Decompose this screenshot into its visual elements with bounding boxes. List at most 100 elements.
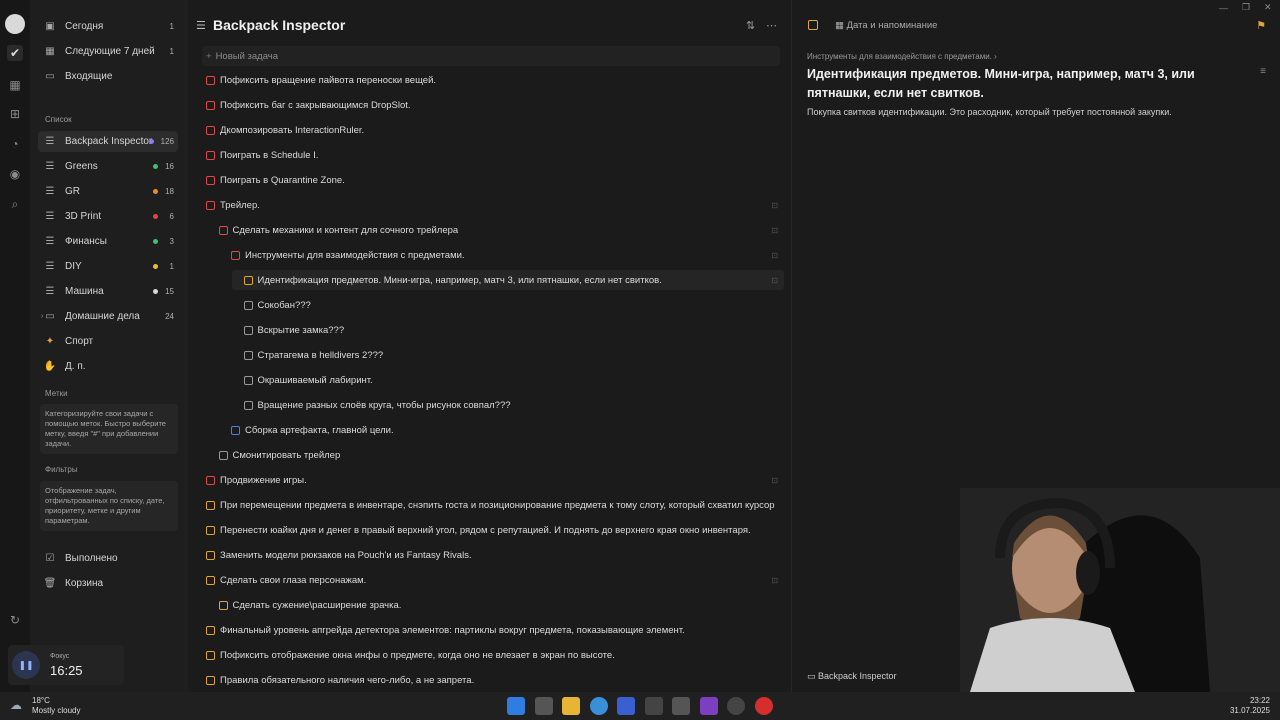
visual-studio-icon[interactable] bbox=[700, 697, 718, 715]
task-checkbox[interactable] bbox=[243, 400, 253, 410]
sidebar-item-car[interactable]: ☰ Машина 15 bbox=[38, 281, 178, 302]
task-row[interactable]: Перенести юайки дня и денег в правый вер… bbox=[202, 520, 784, 540]
task-row[interactable]: Окрашиваемый лабиринт. bbox=[240, 370, 785, 390]
task-checkbox[interactable] bbox=[206, 175, 215, 185]
app-icon[interactable] bbox=[672, 697, 690, 715]
task-row[interactable]: Правила обязательного наличия чего-либо,… bbox=[202, 670, 784, 690]
task-view-icon[interactable] bbox=[535, 697, 553, 715]
task-checkbox[interactable] bbox=[206, 125, 215, 135]
browser-icon[interactable] bbox=[590, 697, 608, 715]
start-icon[interactable] bbox=[507, 697, 525, 715]
sidebar-item-inbox[interactable]: ▭ Входящие bbox=[38, 66, 178, 87]
sort-icon[interactable]: ⇅ bbox=[746, 19, 755, 32]
task-row[interactable]: Пофиксить вращение пайвота переноски вещ… bbox=[202, 70, 784, 90]
pause-icon[interactable]: ❚❚ bbox=[12, 651, 40, 679]
more-options-icon[interactable]: ⋯ bbox=[766, 19, 777, 32]
task-checkbox[interactable] bbox=[206, 150, 215, 160]
chevron-down-icon[interactable]: ⌄ bbox=[215, 226, 216, 235]
focus-widget[interactable]: ❚❚ Фокус 16:25 bbox=[8, 645, 124, 685]
task-row[interactable]: Поиграть в Schedule I. bbox=[202, 145, 784, 165]
list-selector[interactable]: ▭ Backpack Inspector bbox=[807, 671, 897, 682]
task-description[interactable]: Покупка свитков идентификации. Это расхо… bbox=[807, 107, 1172, 117]
hamburger-menu-icon[interactable]: ☰ bbox=[196, 19, 206, 32]
sidebar-item-3d-print[interactable]: ☰ 3D Print 6 bbox=[38, 206, 178, 227]
task-row[interactable]: При перемещении предмета в инвентаре, сн… bbox=[202, 495, 784, 515]
task-row[interactable]: ⌄ Инструменты для взаимодействия с предме… bbox=[227, 245, 784, 265]
task-checkbox[interactable] bbox=[206, 500, 215, 510]
task-checkbox[interactable] bbox=[206, 625, 215, 635]
breadcrumb[interactable]: Инструменты для взаимодействия с предмет… bbox=[807, 52, 997, 61]
task-checkbox[interactable] bbox=[206, 475, 215, 485]
description-format-icon[interactable]: ≡ bbox=[1260, 66, 1266, 77]
minimize-icon[interactable]: — bbox=[1219, 3, 1228, 13]
task-row[interactable]: Финальный уровень апгрейда детектора эле… bbox=[202, 620, 784, 640]
task-checkbox[interactable] bbox=[243, 375, 253, 385]
task-row[interactable]: Поиграть в Quarantine Zone. bbox=[202, 170, 784, 190]
task-checkbox[interactable] bbox=[218, 225, 228, 235]
sidebar-item-today[interactable]: ▣ Сегодня 1 bbox=[38, 16, 178, 37]
file-explorer-icon[interactable] bbox=[562, 697, 580, 715]
chevron-down-icon[interactable]: ⌄ bbox=[227, 251, 228, 260]
task-check-icon[interactable]: ✔ bbox=[7, 45, 23, 61]
task-checkbox[interactable] bbox=[218, 450, 228, 460]
obs-icon[interactable] bbox=[727, 697, 745, 715]
chevron-right-icon[interactable]: › bbox=[36, 311, 48, 323]
sidebar-item-sport[interactable]: ✦ Спорт bbox=[38, 331, 178, 352]
task-row[interactable]: Заменить модели рюкзаков на Pouch'и из F… bbox=[202, 545, 784, 565]
sidebar-item-diy[interactable]: ☰ DIY 1 bbox=[38, 256, 178, 277]
task-checkbox[interactable] bbox=[243, 275, 253, 285]
sidebar-item-done[interactable]: ☑ Выполнено bbox=[38, 548, 178, 569]
task-checkbox[interactable] bbox=[206, 75, 215, 85]
close-icon[interactable]: ✕ bbox=[1264, 2, 1272, 13]
priority-flag-icon[interactable]: ⚑ bbox=[1256, 19, 1266, 32]
task-checkbox[interactable] bbox=[231, 250, 240, 260]
task-row[interactable]: Дкомпозировать InteractionRuler. bbox=[202, 120, 784, 140]
sidebar-item-backpack-inspector[interactable]: ☰ Backpack Inspector 126 bbox=[38, 131, 178, 152]
task-checkbox[interactable] bbox=[206, 650, 215, 660]
matrix-icon[interactable]: ⊞ bbox=[7, 106, 23, 122]
task-row[interactable]: Идентификация предметов. Мини-игра, напр… bbox=[231, 270, 784, 290]
task-checkbox[interactable] bbox=[206, 575, 215, 585]
chevron-down-icon[interactable]: ⌄ bbox=[202, 201, 203, 210]
weather-widget[interactable]: 18°C Mostly cloudy bbox=[32, 696, 80, 716]
sidebar-item-trash[interactable]: 🗑 Корзина bbox=[38, 573, 178, 594]
sidebar-item-gr[interactable]: ☰ GR 18 bbox=[38, 181, 178, 202]
ticktick-icon[interactable] bbox=[617, 697, 635, 715]
unity-icon[interactable] bbox=[645, 697, 663, 715]
task-row[interactable]: Пофиксить баг с закрывающимся DropSlot. bbox=[202, 95, 784, 115]
habit-icon[interactable]: ◉ bbox=[7, 166, 23, 182]
date-reminder-button[interactable]: ▦ Дата и напоминание bbox=[835, 20, 937, 31]
task-row[interactable]: Смонитировать трейлер bbox=[215, 445, 785, 465]
task-row[interactable]: Сборка артефакта, главной цели. bbox=[227, 420, 784, 440]
sync-icon[interactable]: ↻ bbox=[7, 612, 23, 628]
task-checkbox[interactable] bbox=[206, 200, 215, 210]
chevron-down-icon[interactable]: ⌄ bbox=[202, 476, 203, 485]
sidebar-item-finance[interactable]: ☰ Финансы 3 bbox=[38, 231, 178, 252]
task-row[interactable]: ⌄ Продвижение игры. ⊡ bbox=[202, 470, 784, 490]
task-row[interactable]: ⌄ Сделать механики и контент для сочного … bbox=[215, 220, 785, 240]
task-row[interactable]: Вскрытие замка??? bbox=[240, 320, 785, 340]
task-checkbox[interactable] bbox=[206, 100, 215, 110]
sidebar-item-next7[interactable]: ▦ Следующие 7 дней 1 bbox=[38, 41, 178, 62]
task-checkbox[interactable] bbox=[218, 600, 228, 610]
task-checkbox[interactable] bbox=[243, 300, 253, 310]
task-row[interactable]: Сделать сужение\расширение зрачка. bbox=[215, 595, 785, 615]
task-row[interactable]: Стратагема в helldivers 2??? bbox=[240, 345, 785, 365]
task-checkbox[interactable] bbox=[206, 675, 215, 685]
sidebar-item-greens[interactable]: ☰ Greens 16 bbox=[38, 156, 178, 177]
task-row[interactable]: Вращение разных слоёв круга, чтобы рисун… bbox=[240, 395, 785, 415]
task-title[interactable]: Идентификация предметов. Мини-игра, напр… bbox=[807, 65, 1237, 103]
task-checkbox[interactable] bbox=[231, 425, 240, 435]
detail-checkbox[interactable] bbox=[808, 20, 818, 30]
task-row[interactable]: Сокобан??? bbox=[240, 295, 785, 315]
avatar[interactable] bbox=[5, 14, 25, 34]
task-checkbox[interactable] bbox=[206, 525, 215, 535]
task-row[interactable]: Пофиксить отображение окна инфы о предме… bbox=[202, 645, 784, 665]
new-task-input[interactable]: + Новый задача bbox=[202, 46, 780, 66]
weather-cloud-icon[interactable]: ☁ bbox=[10, 698, 22, 712]
system-clock[interactable]: 23:22 31.07.2025 bbox=[1230, 696, 1270, 716]
sidebar-folder-home[interactable]: › ▭ Домашние дела 24 bbox=[38, 306, 178, 327]
sidebar-item-dp[interactable]: ✋ Д. п. bbox=[38, 356, 178, 377]
task-checkbox[interactable] bbox=[206, 550, 215, 560]
pomodoro-icon[interactable]: ◔ bbox=[7, 136, 23, 152]
